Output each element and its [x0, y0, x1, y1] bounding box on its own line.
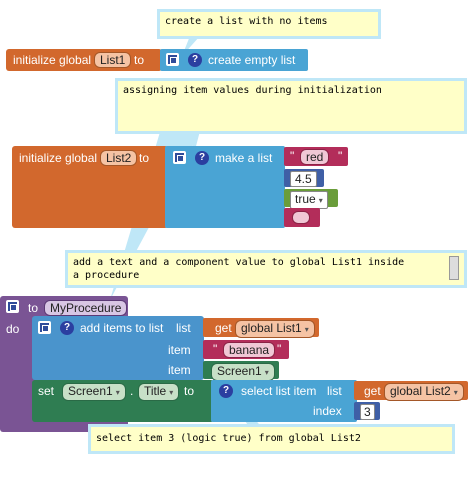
text-block[interactable]: " banana " [203, 340, 289, 359]
set-property-block[interactable]: set Screen1 ▾ . Title ▾ to [32, 380, 214, 422]
comment-scrollbar[interactable] [449, 256, 459, 280]
number-value-field[interactable]: 4.5 [290, 171, 317, 187]
question-icon[interactable]: ? [60, 321, 74, 335]
get-variable-block[interactable]: get global List2 ▾ [354, 381, 468, 401]
variable-dropdown[interactable]: global List1 ▾ [235, 320, 315, 338]
gear-mutator-icon[interactable] [173, 151, 186, 164]
comment-bubble[interactable]: select item 3 (logic true) from global L… [88, 424, 455, 454]
logic-block[interactable]: true ▾ [284, 189, 338, 209]
variable-dropdown[interactable]: global List2 ▾ [384, 383, 464, 401]
quote-mark: " [213, 342, 218, 356]
boolean-value: true [295, 192, 316, 206]
component-name: Screen1 [217, 364, 262, 378]
block-label: initialize global [19, 151, 98, 165]
variable-name: global List1 [241, 321, 302, 335]
component-dropdown[interactable]: Screen1 ▾ [62, 383, 126, 401]
property-dropdown[interactable]: Title ▾ [138, 383, 180, 401]
select-list-item-block[interactable]: ? select list item list index [211, 380, 357, 422]
question-icon[interactable]: ? [219, 384, 233, 398]
block-label: create empty list [208, 53, 296, 67]
to-label: to [184, 384, 195, 398]
component-dropdown[interactable]: Screen1 ▾ [211, 363, 275, 381]
do-label: do [6, 322, 20, 336]
initialize-global-block[interactable]: initialize global List2 to [12, 146, 168, 228]
to-label: to [28, 301, 39, 315]
quote-mark: " [277, 342, 282, 356]
component-block[interactable]: Screen1 ▾ [203, 361, 279, 381]
add-items-to-list-block[interactable]: ? add items to list list item item [32, 316, 204, 380]
text-block[interactable]: " red " [284, 147, 348, 166]
variable-name: global List2 [390, 384, 451, 398]
block-label: add items to list [80, 321, 164, 335]
variable-name-field[interactable]: List1 [94, 52, 132, 68]
component-name: Screen1 [68, 384, 113, 398]
variable-name-field[interactable]: List2 [100, 150, 138, 166]
comment-bubble[interactable]: assigning item values during initializat… [115, 78, 467, 134]
text-value-field[interactable] [292, 211, 310, 224]
block-label: select list item [241, 384, 317, 398]
get-variable-block[interactable]: get global List1 ▾ [203, 318, 319, 338]
question-icon[interactable]: ? [188, 53, 202, 67]
initialize-global-block[interactable]: initialize global List1 to [6, 49, 162, 71]
set-label: set [38, 384, 55, 398]
index-socket-label: index [313, 404, 342, 418]
item-socket-label: item [168, 343, 191, 357]
property-name: Title [144, 384, 167, 398]
to-label: to [134, 53, 145, 67]
dropdown-arrow-icon: ▾ [169, 388, 174, 397]
item-socket-label: item [168, 363, 191, 377]
comment-bubble[interactable]: add a text and a component value to glob… [65, 250, 467, 288]
gear-mutator-icon[interactable] [38, 321, 51, 334]
text-value-field[interactable]: red [300, 149, 330, 165]
get-label: get [215, 321, 232, 335]
block-label: initialize global [13, 53, 92, 67]
number-value-field[interactable]: 3 [360, 404, 375, 420]
block-label: make a list [215, 151, 273, 165]
get-label: get [364, 384, 381, 398]
dropdown-arrow-icon: ▾ [264, 368, 269, 377]
list-socket-label: list [327, 384, 342, 398]
text-block[interactable] [284, 208, 320, 227]
question-icon[interactable]: ? [195, 151, 209, 165]
to-label: to [139, 151, 150, 165]
number-block[interactable]: 3 [354, 402, 380, 420]
boolean-dropdown[interactable]: true ▾ [290, 191, 328, 209]
text-value-field[interactable]: banana [223, 342, 276, 358]
gear-mutator-icon[interactable] [6, 300, 19, 313]
dropdown-arrow-icon: ▾ [318, 196, 323, 205]
dropdown-arrow-icon: ▾ [453, 388, 458, 397]
dropdown-arrow-icon: ▾ [115, 388, 120, 397]
number-block[interactable]: 4.5 [284, 169, 324, 187]
make-a-list-block[interactable]: ? make a list [165, 146, 285, 228]
gear-mutator-icon[interactable] [166, 53, 179, 66]
quote-mark: " [338, 149, 343, 163]
quote-mark: " [290, 149, 295, 163]
list-socket-label: list [176, 321, 191, 335]
comment-bubble[interactable]: create a list with no items [157, 9, 381, 39]
dot-label: . [130, 384, 134, 398]
procedure-name-field[interactable]: MyProcedure [44, 300, 128, 316]
dropdown-arrow-icon: ▾ [304, 325, 309, 334]
create-empty-list-block[interactable]: ? create empty list [160, 49, 308, 71]
